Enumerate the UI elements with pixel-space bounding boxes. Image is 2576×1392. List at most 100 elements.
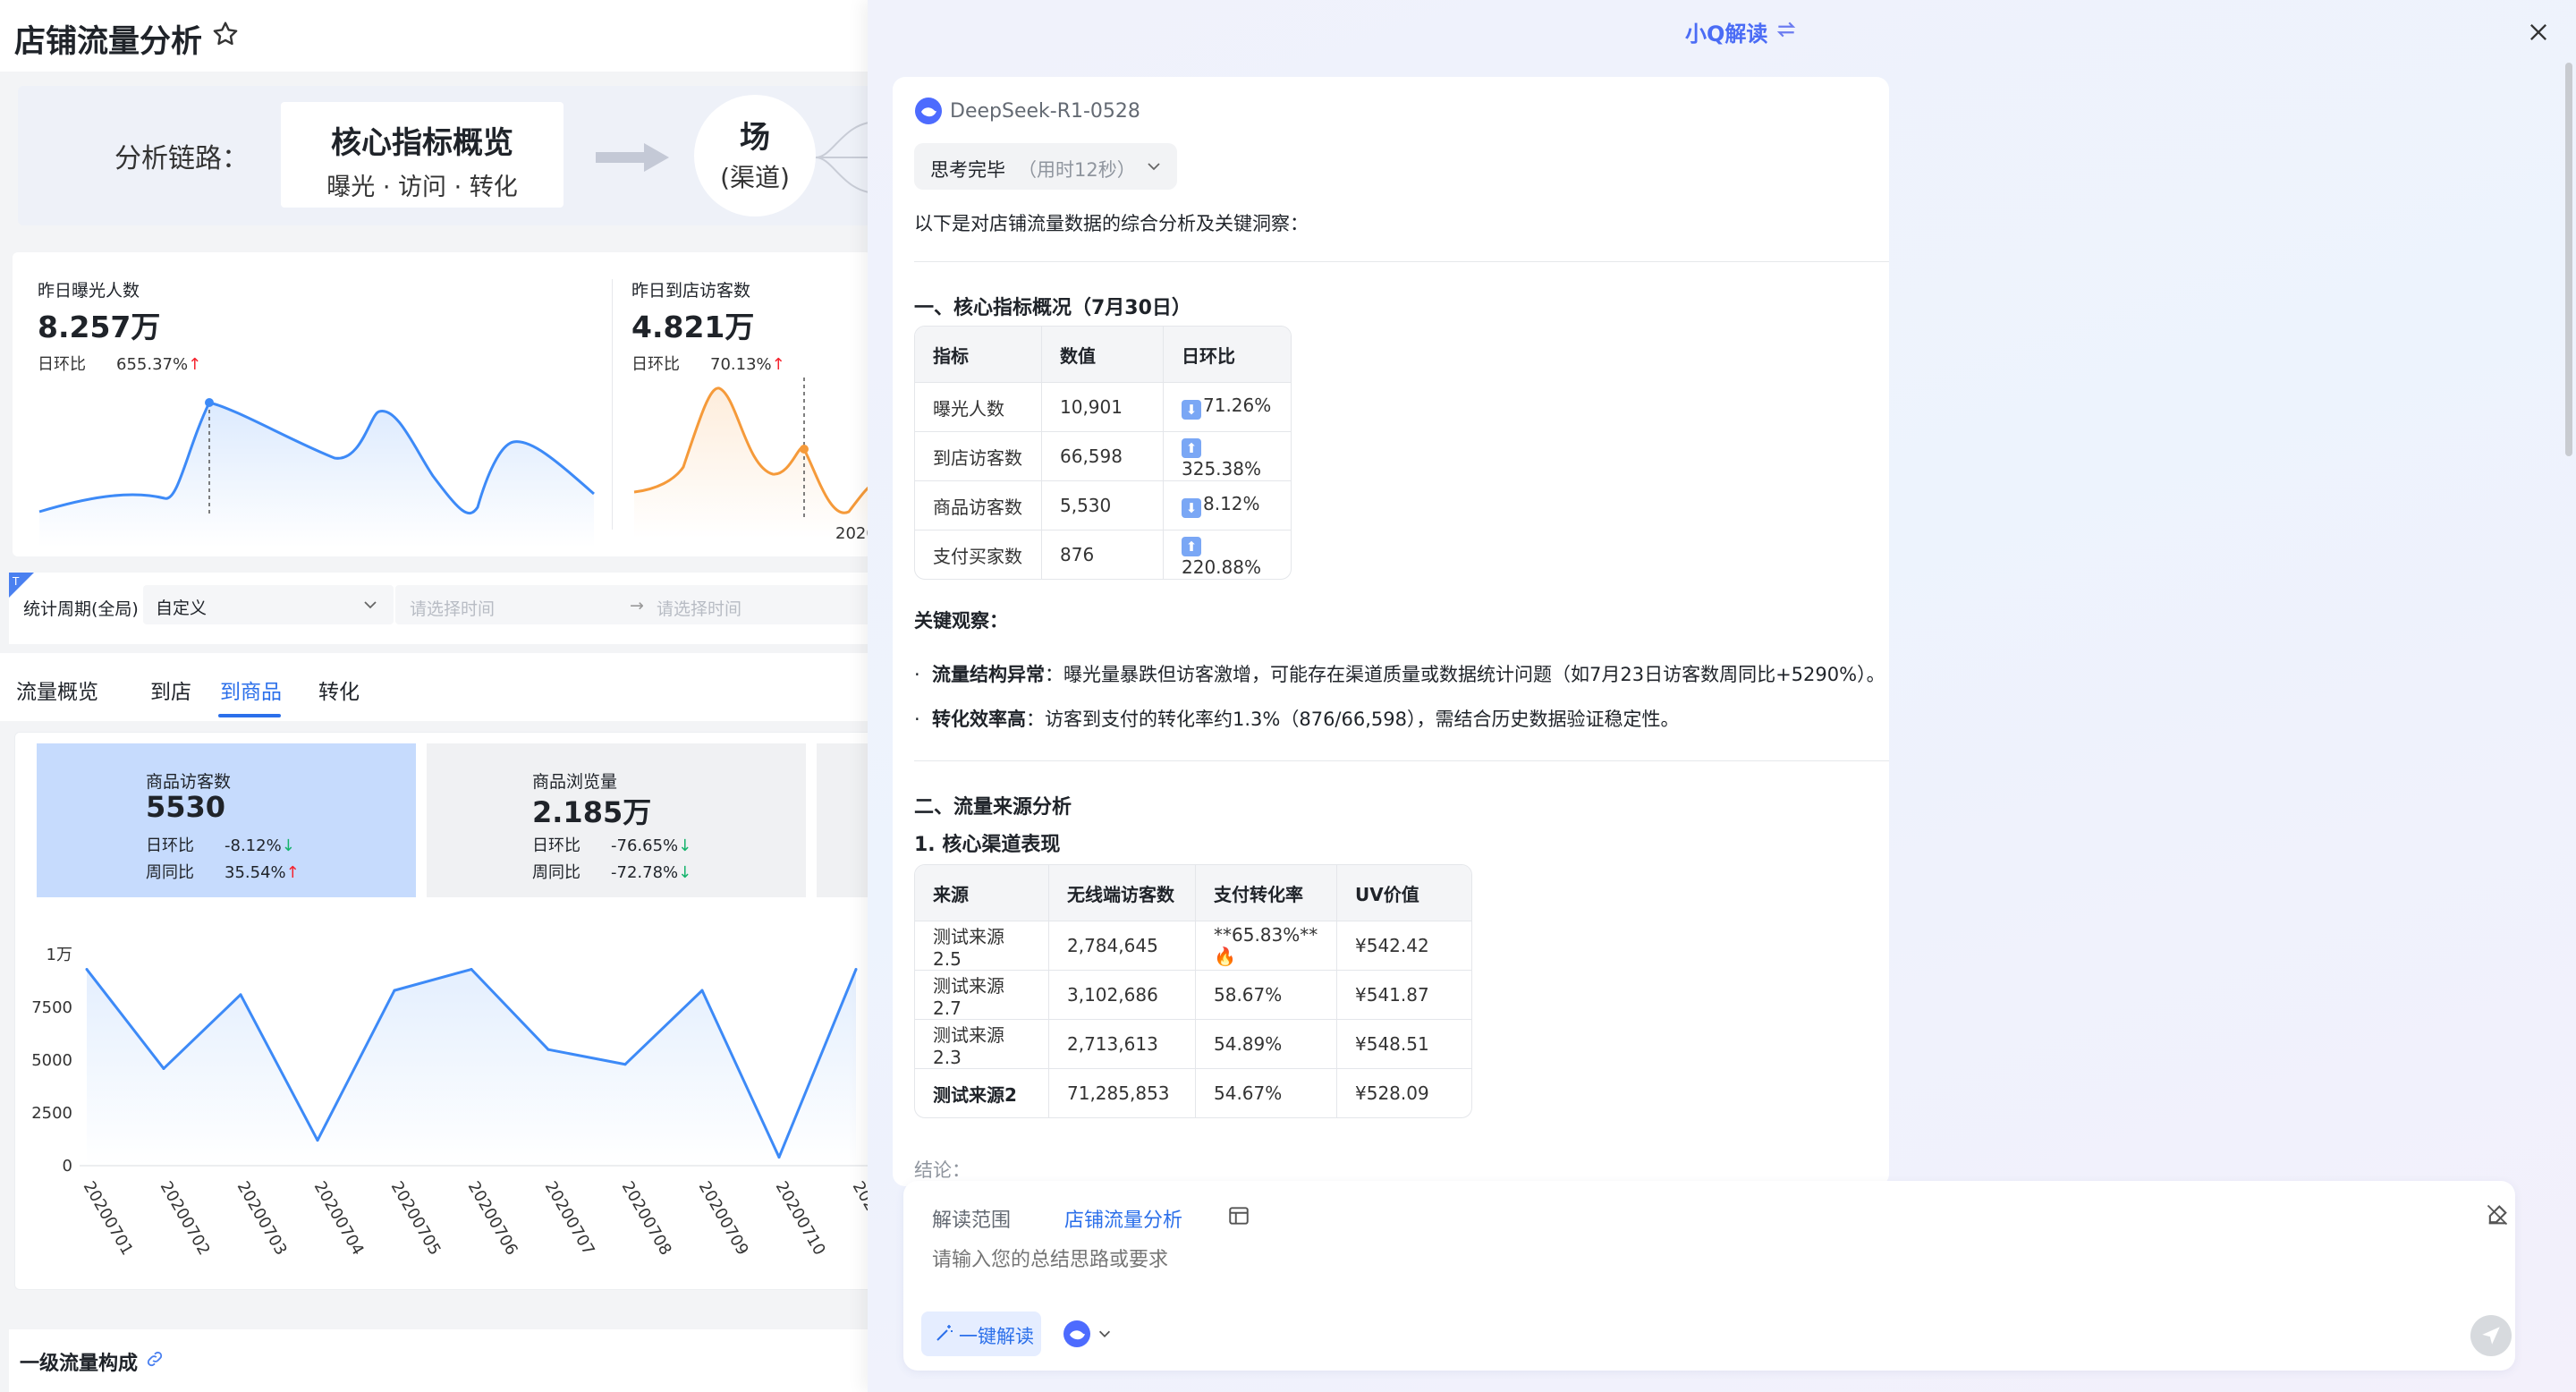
arrow-down-emoji-icon: ⬇ [1182,498,1201,518]
answer-intro: 以下是对店铺流量数据的综合分析及关键洞察： [914,213,1309,234]
cell-rate: 54.67% [1196,1068,1337,1117]
data-point [777,1156,781,1159]
observation-text: ：访客到支付的转化率约1.3%（876/66,598），需结合历史数据验证稳定性… [1026,709,1680,730]
period-select[interactable]: 自定义 [143,585,394,624]
divider [914,261,1889,262]
scrollbar[interactable] [2565,63,2572,456]
deepseek-logo-icon [1063,1320,1090,1347]
cell-visitors: 71,285,853 [1049,1068,1196,1117]
th-rate: 支付转化率 [1196,865,1337,921]
svg-text:T: T [12,575,20,588]
kpi-divider [612,279,613,530]
section2-title: 二、流量来源分析 [914,796,1072,819]
end-date-input[interactable]: 请选择时间 [657,596,741,620]
kpi-exposure[interactable]: 昨日曝光人数 8.257万 日环比 655.37%↑ [38,277,201,375]
y-tick-label: 0 [63,1157,72,1176]
send-button[interactable] [2470,1315,2512,1356]
send-icon [2482,1327,2500,1345]
arrow-up-emoji-icon: ⬆ [1182,438,1201,458]
cell-source: 测试来源2 [915,1068,1049,1117]
kpi-compare: 日环比 655.37%↑ [38,352,201,375]
data-point [393,989,396,992]
x-tick-label: 20200710 [772,1178,829,1259]
prompt-input[interactable] [932,1249,2274,1271]
model-select[interactable] [1063,1311,1125,1356]
ai-interpret-panel: 小Q解读 DeepSeek-R1-0528 思考完毕 （用时12秒） 以下是对店… [868,0,2576,1392]
table-row: 曝光人数 10,901 ⬇ 71.26% [915,382,1291,431]
cell-source: 测试来源2.3 [915,1019,1049,1068]
table-icon[interactable] [1227,1204,1250,1227]
date-range-picker[interactable]: 请选择时间 → 请选择时间 [395,585,868,624]
arrow-down-emoji-icon: ⬇ [1182,400,1201,420]
th-metric: 指标 [915,327,1042,382]
th-uv: UV价值 [1337,865,1471,921]
arrow-up-emoji-icon: ⬆ [1182,537,1201,556]
data-point [700,989,704,992]
scope-value[interactable]: 店铺流量分析 [1064,1204,1182,1233]
th-change: 日环比 [1164,327,1291,382]
cell-uv: ¥528.09 [1337,1068,1471,1117]
tab-to-goods[interactable]: 到商品 [220,675,282,705]
traffic-composition-section: 一级流量构成 [9,1329,868,1392]
active-tab-indicator [218,714,281,717]
sparkline-visitors-point [800,445,809,454]
divider [914,760,1889,761]
star-icon[interactable] [211,20,240,48]
chain-circle-subtitle: (渠道) [720,163,790,192]
one-click-interpret-button[interactable]: 一键解读 [921,1311,1041,1356]
y-tick-label: 2500 [31,1104,72,1123]
chain-step-title: 核心指标概览 [331,125,513,161]
cell-visitors: 3,102,686 [1049,970,1196,1019]
link-icon[interactable] [145,1349,165,1369]
x-tick-label: 20200705 [387,1178,445,1259]
data-point [316,1139,319,1142]
tab-to-store[interactable]: 到店 [150,675,191,705]
kpi-label: 昨日到店访客数 [631,281,751,301]
observation-text: ：曝光量暴跌但访客激增，可能存在渠道质量或数据统计问题（如7月23日访客数周同比… [1045,664,1885,685]
table-row: 支付买家数 876 ⬆220.88% [915,530,1291,579]
thinking-status-toggle[interactable]: 思考完毕 （用时12秒） [914,143,1177,190]
arrow-up-icon: ↑ [188,355,202,374]
cell-visitors: 2,713,613 [1049,1019,1196,1068]
cell-rate: 58.67% [1196,970,1337,1019]
tab-traffic-overview[interactable]: 流量概览 [16,675,98,705]
cell-metric: 曝光人数 [915,382,1042,431]
chain-step-channel[interactable]: 场 (渠道) [694,95,816,216]
cell-change: ⬆325.38% [1164,431,1291,480]
channel-table: 来源 无线端访客数 支付转化率 UV价值 测试来源2.5 2,784,645 **6… [914,864,1472,1118]
change-value: 71.26% [1203,395,1272,416]
partial-conclusion-text: 结论： [914,1159,970,1181]
goods-visitors-line-chart: 1万 7500 5000 2500 0 20200701 20200702 20200703 2… [31,946,868,1259]
scope-label: 解读范围 [932,1210,1012,1232]
observation-item: · 流量结构异常：曝光量暴跌但访客激增，可能存在渠道质量或数据统计问题（如7月23… [914,664,1885,685]
section1-title: 一、核心指标概况（7月30日） [914,297,1191,319]
data-point [162,1066,165,1070]
table-row: 测试来源2 71,285,853 54.67% ¥528.09 [915,1068,1471,1117]
cell-metric: 到店访客数 [915,431,1042,480]
th-value: 数值 [1042,327,1164,382]
deepseek-logo-icon [915,98,942,124]
kpi-visitors[interactable]: 昨日到店访客数 4.821万 日环比 70.13%↑ [631,277,785,375]
close-icon[interactable] [2526,20,2551,45]
analysis-chain: 分析链路： 核心指标概览 曝光 · 访问 · 转化 场 (渠道) [18,86,868,225]
page-title: 店铺流量分析 [14,24,203,60]
sparkline-visitors-tick: 2020 [835,524,868,543]
data-point [470,968,473,972]
x-tick-label: 20200706 [464,1178,521,1259]
thinking-time: （用时12秒） [1018,159,1136,181]
page-header: 店铺流量分析 [0,0,868,72]
arrow-up-icon: ↑ [771,355,785,374]
clear-edit-icon[interactable] [2485,1202,2510,1227]
data-point [854,968,858,972]
kpi-value: 4.821万 [631,310,755,344]
y-tick-label: 7500 [31,998,72,1017]
tab-conversion[interactable]: 转化 [318,675,360,705]
swap-icon[interactable] [1775,18,1798,41]
start-date-input[interactable]: 请选择时间 [410,596,495,620]
x-tick-label: 20200707 [541,1178,598,1259]
tab-bar: 流量概览 到店 到商品 转化 [0,653,868,721]
observations-title: 关键观察： [914,610,1008,632]
chain-step-core-metrics[interactable]: 核心指标概览 曝光 · 访问 · 转化 [281,102,564,208]
answer-card: DeepSeek-R1-0528 思考完毕 （用时12秒） 以下是对店铺流量数据… [893,77,1889,1186]
kpi-compare-label: 日环比 [631,355,680,374]
